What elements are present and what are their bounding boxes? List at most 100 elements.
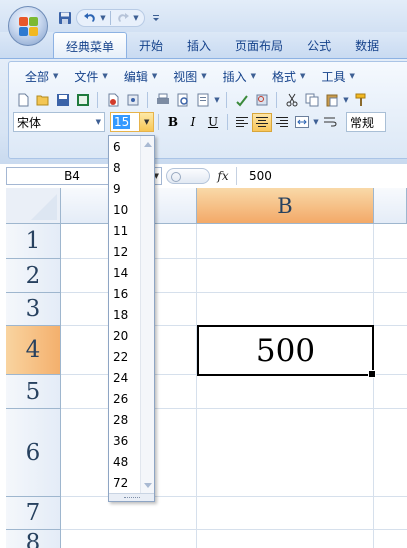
dropdown-scrollbar[interactable]	[140, 136, 154, 494]
row-header-4[interactable]: 4	[6, 326, 61, 375]
tab-data[interactable]: 数据	[343, 32, 391, 59]
font-size-option[interactable]: 14	[109, 262, 140, 283]
font-size-option[interactable]: 26	[109, 388, 140, 409]
row-header-5[interactable]: 5	[6, 375, 61, 409]
select-all-button[interactable]	[6, 188, 61, 224]
tab-page-layout[interactable]: 页面布局	[223, 32, 295, 59]
quick-access-toolbar: ▼ ▼	[56, 7, 165, 29]
chevron-down-icon: ▼	[102, 72, 108, 80]
export-sheet-icon[interactable]	[73, 90, 92, 109]
scroll-down-icon[interactable]	[144, 483, 152, 488]
scroll-up-icon[interactable]	[144, 142, 152, 147]
customize-toolbar-icon[interactable]	[147, 9, 165, 27]
office-button[interactable]	[8, 6, 48, 46]
row-header-6[interactable]: 6	[6, 409, 61, 497]
chevron-down-icon[interactable]: ▼	[213, 96, 221, 104]
print-icon[interactable]	[153, 90, 172, 109]
font-size-option[interactable]: 9	[109, 178, 140, 199]
chevron-down-icon[interactable]: ▼	[312, 118, 320, 126]
spelling-icon[interactable]	[232, 90, 251, 109]
menu-label: 工具	[321, 69, 346, 84]
font-size-dropdown-list[interactable]: 6 8 9 10 11 12 14 16 18 20 22 24 26 28 3…	[108, 135, 155, 502]
font-size-option[interactable]: 36	[109, 430, 140, 451]
formula-input[interactable]: 500	[237, 169, 272, 183]
cut-icon[interactable]	[282, 90, 301, 109]
align-center-icon[interactable]	[252, 112, 272, 132]
italic-button[interactable]: I	[183, 113, 203, 132]
new-document-icon[interactable]	[13, 90, 32, 109]
redo-icon[interactable]	[114, 9, 132, 27]
font-size-option[interactable]: 18	[109, 304, 140, 325]
font-size-option[interactable]: 28	[109, 409, 140, 430]
font-size-option[interactable]: 20	[109, 325, 140, 346]
page-setup-icon[interactable]	[193, 90, 212, 109]
font-size-option[interactable]: 22	[109, 346, 140, 367]
tab-classic-menu[interactable]: 经典菜单	[53, 32, 128, 59]
bold-button[interactable]: B	[163, 113, 183, 132]
font-name-combo[interactable]: 宋体 ▼	[13, 112, 105, 132]
print-preview-icon[interactable]	[173, 90, 192, 109]
redo-dropdown-icon[interactable]: ▼	[132, 14, 140, 22]
resize-grip-icon[interactable]	[109, 493, 154, 501]
font-size-option[interactable]: 72	[109, 472, 140, 493]
formula-bar: B4 ▼ fx 500	[0, 166, 407, 186]
font-size-combo[interactable]: 15 ▼	[110, 112, 154, 132]
font-size-input[interactable]: 15	[111, 113, 139, 131]
font-size-options: 6 8 9 10 11 12 14 16 18 20 22 24 26 28 3…	[109, 136, 140, 493]
align-left-icon[interactable]	[232, 113, 252, 132]
font-size-value: 15	[113, 115, 131, 129]
format-painter-icon[interactable]	[351, 90, 370, 109]
formula-bar-toggle[interactable]	[166, 168, 210, 184]
font-size-option[interactable]: 11	[109, 220, 140, 241]
row-header-8[interactable]: 8	[6, 530, 61, 548]
pdf-icon[interactable]	[103, 90, 122, 109]
copy-icon[interactable]	[302, 90, 321, 109]
worksheet-grid[interactable]: B 1 2 3 4 5 6 7 8 500	[0, 188, 407, 548]
font-size-option[interactable]: 24	[109, 367, 140, 388]
open-folder-icon[interactable]	[33, 90, 52, 109]
undo-icon[interactable]	[81, 9, 99, 27]
tab-home[interactable]: 开始	[127, 32, 175, 59]
tab-formulas[interactable]: 公式	[295, 32, 343, 59]
menu-insert[interactable]: 插入 ▼	[215, 66, 264, 86]
insert-function-button[interactable]: fx	[210, 169, 236, 183]
active-cell-b4[interactable]: 500	[197, 325, 376, 378]
font-size-option[interactable]: 16	[109, 283, 140, 304]
qat-separator	[110, 11, 111, 25]
row-header-1[interactable]: 1	[6, 224, 61, 259]
font-size-option[interactable]: 10	[109, 199, 140, 220]
font-size-dropdown-button[interactable]: ▼	[139, 113, 153, 131]
menu-all[interactable]: 全部 ▼	[17, 66, 66, 86]
underline-button[interactable]: U	[203, 113, 223, 132]
menu-tools[interactable]: 工具 ▼	[313, 66, 362, 86]
ribbon-tabs: 经典菜单 开始 插入 页面布局 公式 数据	[0, 32, 407, 59]
row-header-3[interactable]: 3	[6, 293, 61, 326]
font-size-option[interactable]: 48	[109, 451, 140, 472]
column-header-c[interactable]	[374, 188, 407, 224]
undo-dropdown-icon[interactable]: ▼	[99, 14, 107, 22]
align-right-icon[interactable]	[272, 113, 292, 132]
merge-center-icon[interactable]	[292, 113, 312, 132]
row-header-7[interactable]: 7	[6, 497, 61, 530]
wrap-text-icon[interactable]	[320, 113, 340, 132]
column-header-b[interactable]: B	[197, 188, 374, 224]
chevron-down-icon[interactable]: ▼	[96, 118, 101, 126]
number-format-combo[interactable]: 常规	[346, 112, 386, 132]
menu-format[interactable]: 格式 ▼	[264, 66, 313, 86]
paste-icon[interactable]	[322, 90, 341, 109]
row-header-2[interactable]: 2	[6, 259, 61, 293]
chevron-down-icon[interactable]: ▼	[342, 96, 350, 104]
save-icon[interactable]	[56, 9, 74, 27]
number-format-value: 常规	[350, 115, 375, 130]
menu-edit[interactable]: 编辑 ▼	[116, 66, 165, 86]
font-size-option[interactable]: 8	[109, 157, 140, 178]
menu-view[interactable]: 视图 ▼	[165, 66, 214, 86]
menu-file[interactable]: 文件 ▼	[66, 66, 115, 86]
save-icon[interactable]	[53, 90, 72, 109]
permission-icon[interactable]	[123, 90, 142, 109]
tab-insert[interactable]: 插入	[175, 32, 223, 59]
font-size-option[interactable]: 6	[109, 136, 140, 157]
title-bar: ▼ ▼	[0, 0, 407, 34]
font-size-option[interactable]: 12	[109, 241, 140, 262]
research-icon[interactable]	[252, 90, 271, 109]
